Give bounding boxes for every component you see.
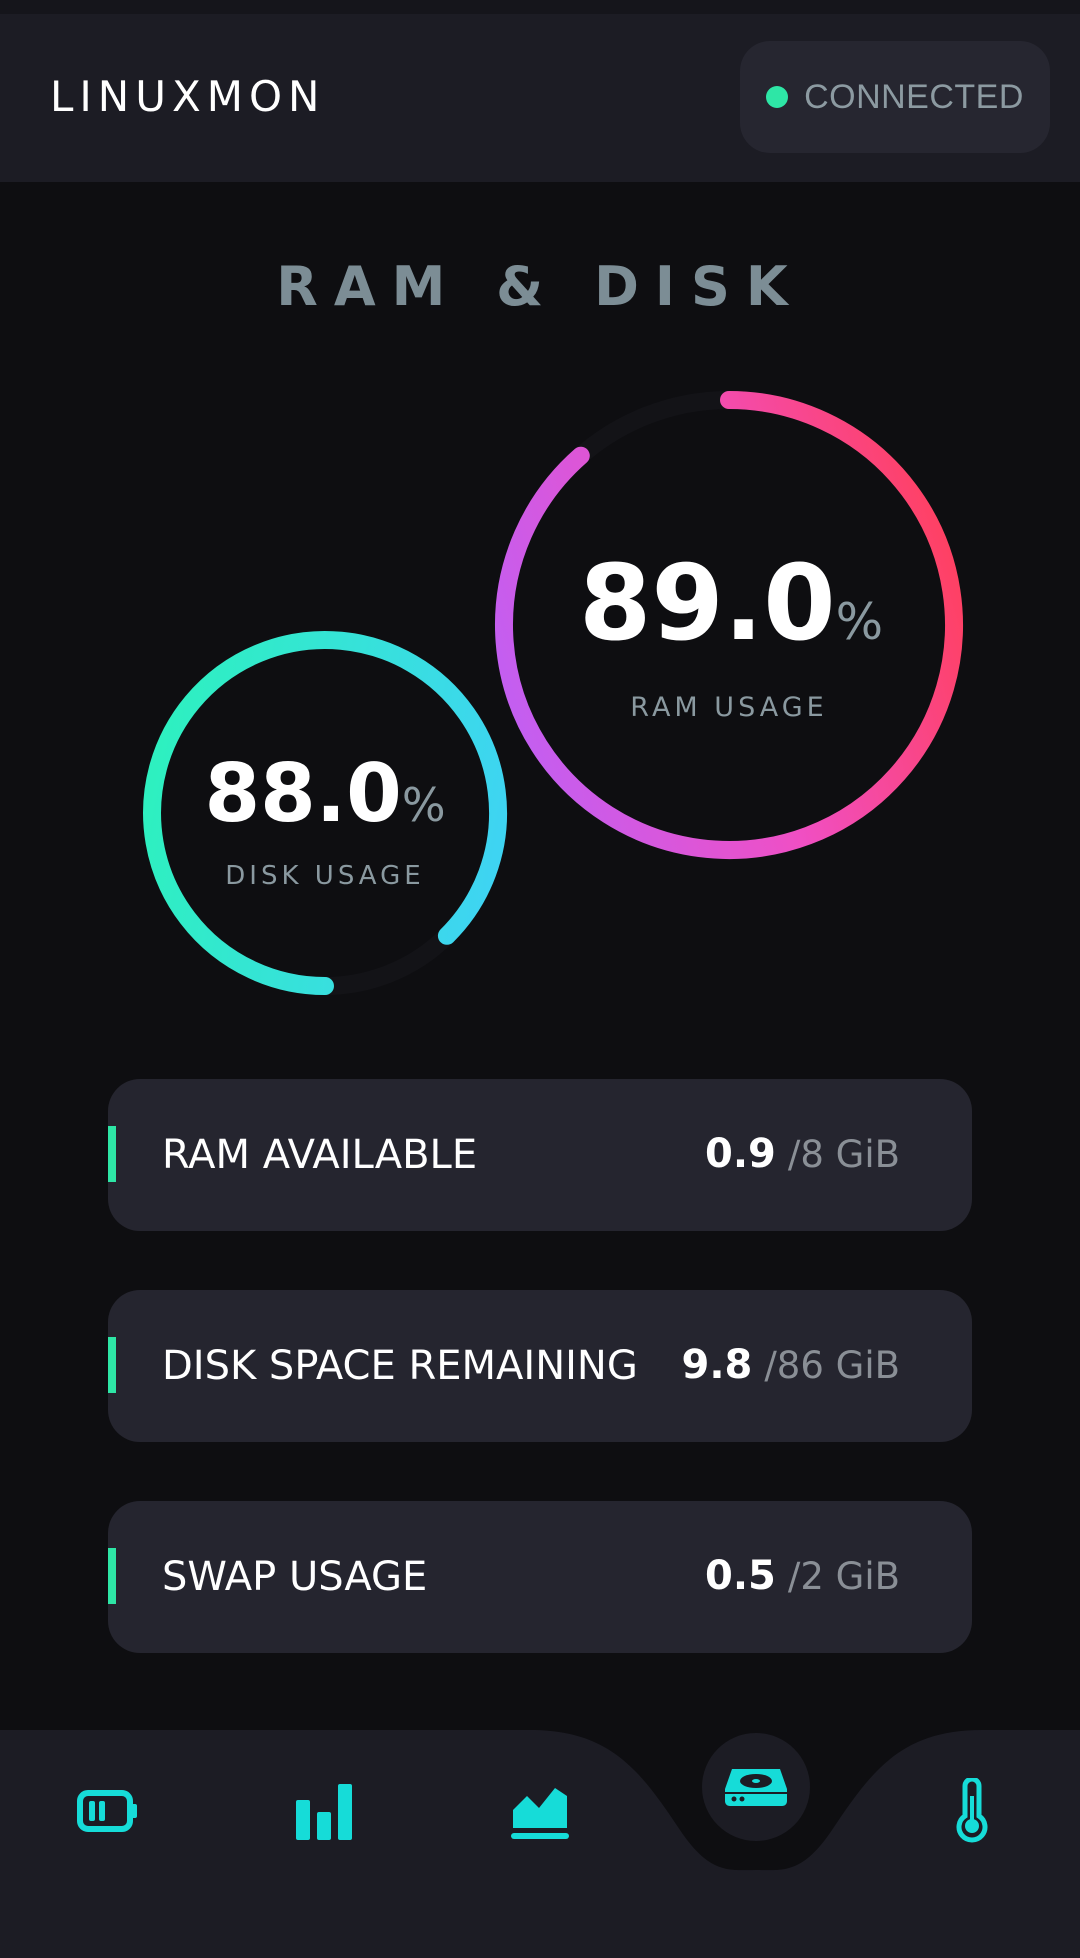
disk-usage-label: DISK USAGE [225,861,425,891]
disk-usage-unit: % [401,778,446,832]
stat-value-total: /86 GiB [764,1344,900,1387]
nav-history-button[interactable] [500,1776,580,1846]
stat-card-ram-available: RAM AVAILABLE 0.9/8 GiB [108,1079,972,1231]
nav-storage-button[interactable] [716,1752,796,1822]
stat-label: SWAP USAGE [162,1554,428,1600]
disk-drive-icon [725,1769,787,1806]
stat-value-number: 9.8 [681,1342,753,1388]
nav-stats-button[interactable] [284,1776,364,1846]
ram-usage-label: RAM USAGE [630,692,828,723]
stat-value-number: 0.9 [705,1131,776,1177]
disk-usage-number: 88.0 [204,747,402,840]
stat-value-number: 0.5 [705,1553,776,1599]
battery-icon [77,1790,137,1832]
stat-accent-bar [108,1337,116,1393]
usage-gauges [143,391,963,995]
ram-usage-value: 89.0% [579,548,883,677]
stat-value-total: /8 GiB [787,1133,900,1176]
stat-label: RAM AVAILABLE [162,1132,478,1178]
stat-value: 9.8/86 GiB [681,1290,900,1442]
disk-usage-value: 88.0% [175,750,475,849]
ram-usage-number: 89.0 [579,542,836,664]
ram-usage-unit: % [835,593,884,651]
stat-accent-bar [108,1548,116,1604]
stat-card-disk-remaining: DISK SPACE REMAINING 9.8/86 GiB [108,1290,972,1442]
stat-value-total: /2 GiB [787,1555,900,1598]
stat-value: 0.5/2 GiB [705,1501,900,1653]
stat-accent-bar [108,1126,116,1182]
bar-chart-icon [296,1784,352,1840]
stat-value: 0.9/8 GiB [705,1079,900,1231]
nav-battery-button[interactable] [68,1776,148,1846]
nav-temperature-button[interactable] [932,1776,1012,1846]
thermometer-icon [956,1778,988,1843]
area-chart-icon [511,1788,569,1839]
stat-card-swap-usage: SWAP USAGE 0.5/2 GiB [108,1501,972,1653]
stat-label: DISK SPACE REMAINING [162,1343,638,1389]
